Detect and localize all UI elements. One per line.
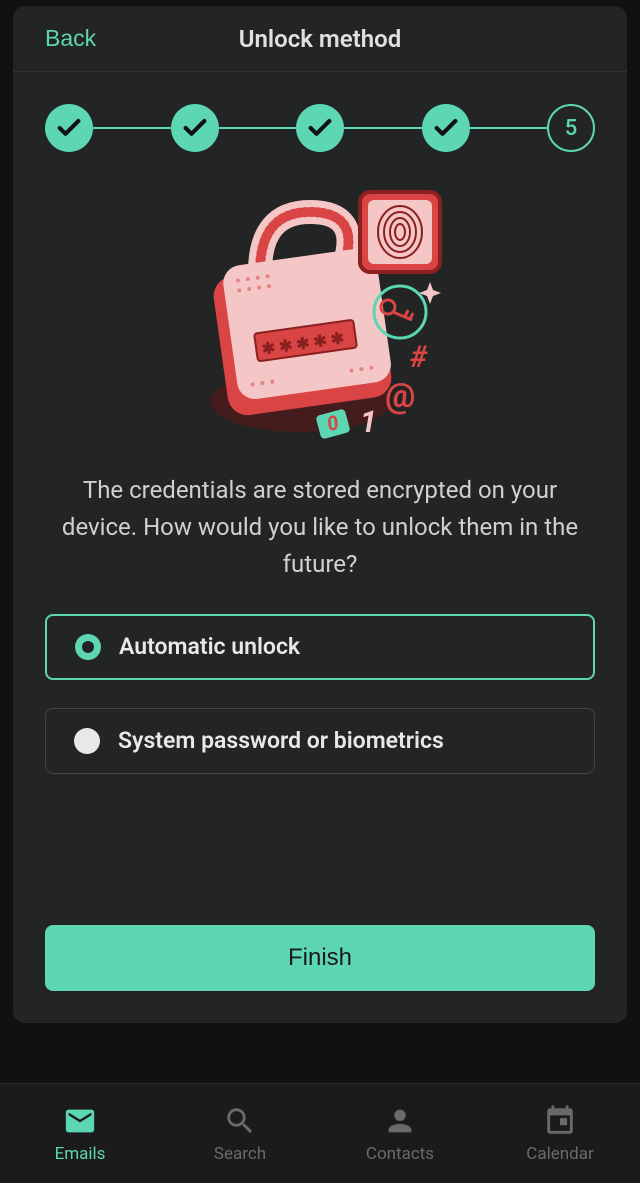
svg-text:@: @ [385,376,415,416]
finish-button[interactable]: Finish [45,925,595,991]
step-3-completed [296,104,344,152]
nav-contacts[interactable]: Contacts [320,1084,480,1183]
contacts-icon [383,1104,417,1138]
modal-header: Back Unlock method [13,6,627,72]
radio-checked-icon [75,634,101,660]
svg-text:1: 1 [360,405,377,440]
bottom-navigation: Emails Search Contacts Calendar [0,1083,640,1183]
check-icon [55,114,83,142]
step-connector [93,127,171,130]
unlock-options: Automatic unlock System password or biom… [13,584,627,774]
step-number: 5 [565,116,578,141]
step-connector [470,127,548,130]
option-automatic-unlock[interactable]: Automatic unlock [45,614,595,680]
step-2-completed [171,104,219,152]
step-4-completed [422,104,470,152]
modal-title: Unlock method [13,25,627,53]
nav-emails[interactable]: Emails [0,1084,160,1183]
modal-footer: Finish [13,925,627,1023]
svg-text:#: # [410,340,428,375]
option-label: Automatic unlock [119,633,300,660]
step-1-completed [45,104,93,152]
description-text: The credentials are stored encrypted on … [13,472,627,584]
email-icon [63,1104,97,1138]
nav-calendar[interactable]: Calendar [480,1084,640,1183]
calendar-icon [543,1104,577,1138]
nav-search[interactable]: Search [160,1084,320,1183]
search-icon [223,1104,257,1138]
step-5-current: 5 [547,104,595,152]
step-connector [344,127,422,130]
nav-label: Emails [55,1144,106,1164]
check-icon [181,114,209,142]
option-system-password[interactable]: System password or biometrics [45,708,595,774]
nav-label: Contacts [366,1144,434,1164]
option-label: System password or biometrics [118,727,444,754]
unlock-method-modal: Back Unlock method 5 [13,6,627,1023]
progress-stepper: 5 [13,72,627,172]
back-button[interactable]: Back [45,25,96,52]
nav-label: Calendar [526,1144,593,1164]
radio-unchecked-icon [74,728,100,754]
lock-illustration: ✱ ✱ ✱ ✱ ✱ # @ [13,172,627,472]
check-icon [306,114,334,142]
nav-label: Search [214,1144,266,1164]
step-connector [219,127,297,130]
check-icon [432,114,460,142]
